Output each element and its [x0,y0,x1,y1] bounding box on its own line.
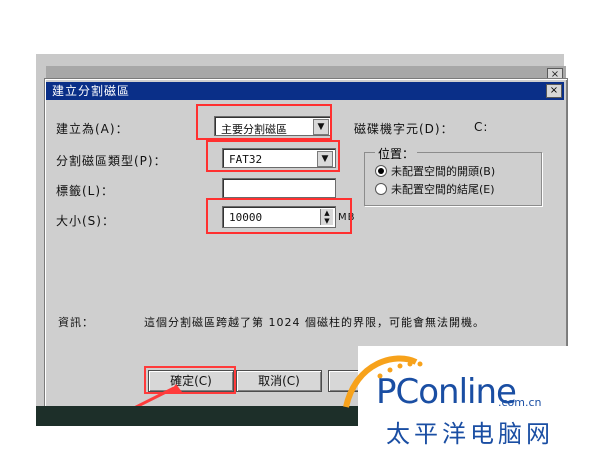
volume-label-input[interactable] [222,178,336,198]
cancel-button[interactable]: 取消(C) [236,370,322,392]
info-label: 資訊： [58,316,94,329]
radio-end-label[interactable]: 未配置空間的結尾(E) [391,181,495,197]
drive-letter-value: C: [474,120,489,134]
highlight-box-build-as [196,104,332,140]
watermark-brand: PConline [376,372,517,412]
build-as-label: 建立為(A)： [56,122,129,136]
drive-letter-label: 磁碟機字元(D)： [354,122,454,136]
dialog-title: 建立分割磁區 [52,84,131,98]
watermark-logo: PConline .com.cn 太平洋电脑网 [343,346,600,448]
position-group-title: 位置： [375,145,418,162]
radio-end[interactable] [375,183,387,195]
partition-type-label: 分割磁區類型(P)： [56,154,167,168]
radio-start-label[interactable]: 未配置空間的開頭(B) [391,163,495,179]
size-label: 大小(S)： [56,214,115,228]
position-groupbox: 位置： 未配置空間的開頭(B) 未配置空間的結尾(E) [364,145,542,206]
info-message: 這個分割磁區跨越了第 1024 個磁柱的界限，可能會無法開機。 [144,316,485,329]
radio-start[interactable] [375,165,387,177]
highlight-box-size [206,198,352,234]
watermark-domain: .com.cn [498,396,542,409]
highlight-box-type [206,140,340,172]
volume-label-label: 標籤(L)： [56,184,115,198]
dialog-titlebar: 建立分割磁區 × [46,82,564,100]
close-icon[interactable]: × [546,84,562,98]
watermark-chinese: 太平洋电脑网 [386,420,554,448]
